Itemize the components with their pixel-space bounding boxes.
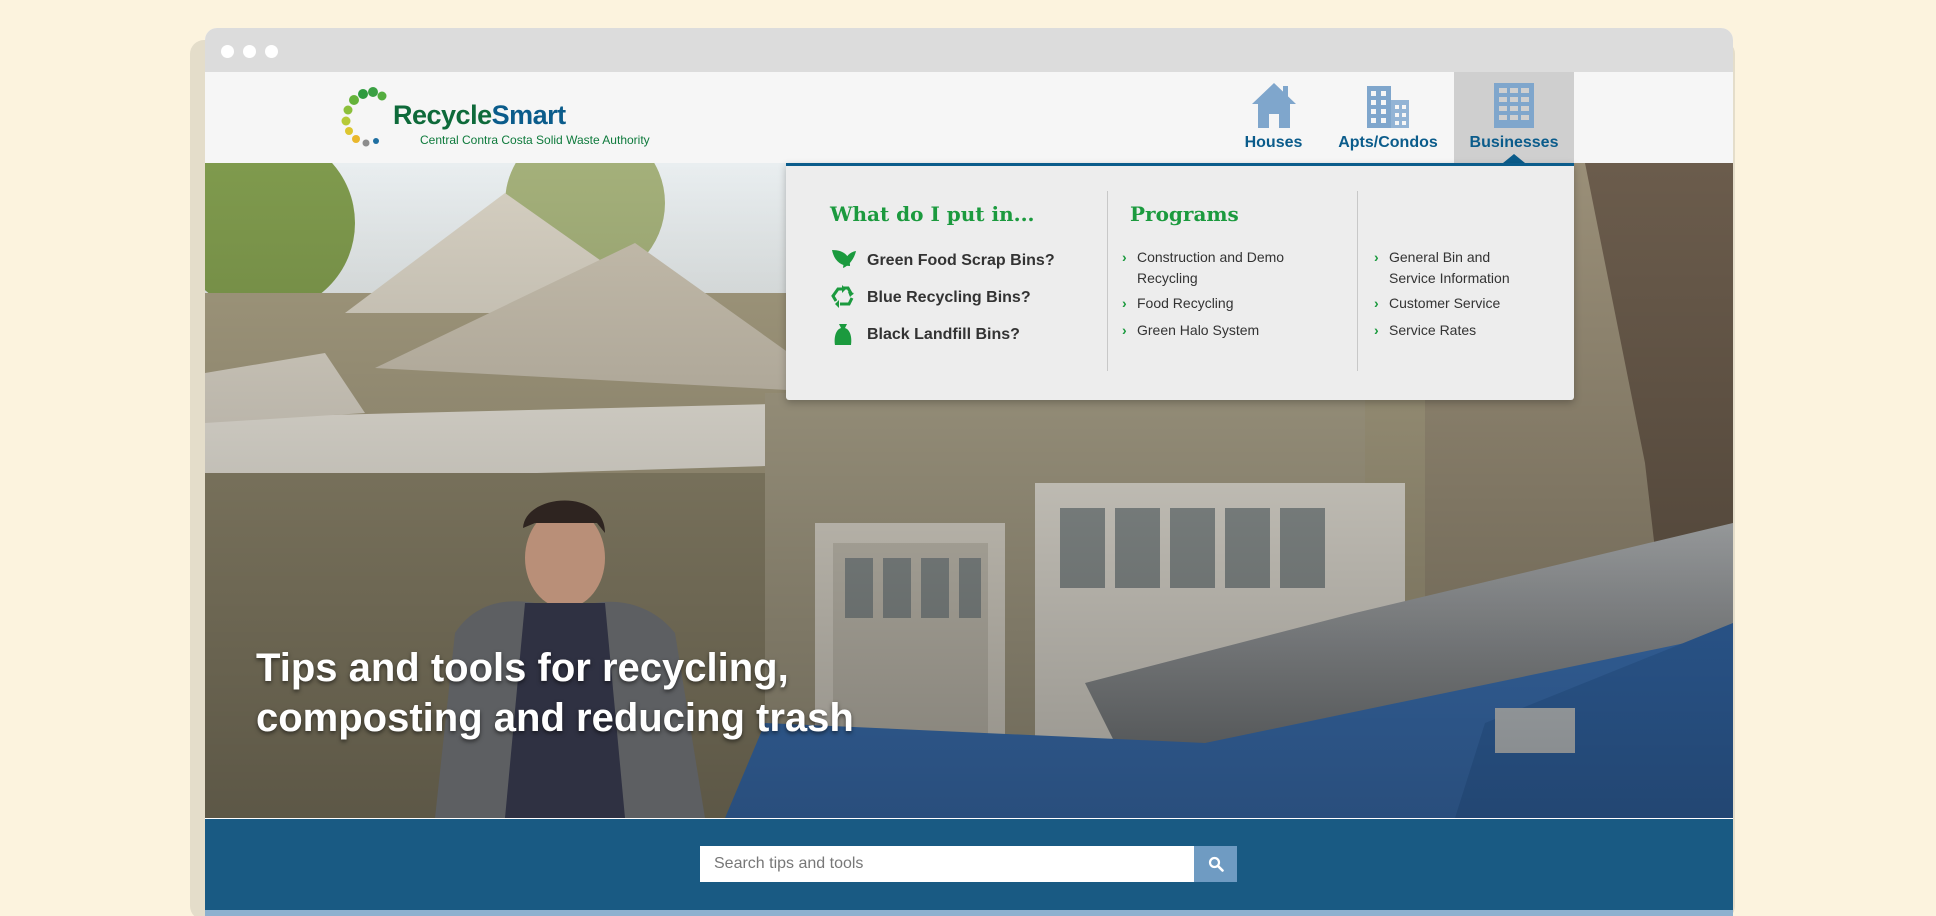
chevron-right-icon: ›: [1122, 322, 1127, 338]
menu-divider: [1107, 191, 1108, 371]
office-building-icon: [1494, 83, 1534, 128]
logo-word-recycle: Recycle: [393, 100, 492, 130]
menu-link-food-recycling[interactable]: › Food Recycling: [1122, 293, 1307, 314]
site-header: RecycleSmart Central Contra Costa Solid …: [205, 72, 1733, 163]
construction-demo-label: Construction and Demo Recycling: [1137, 249, 1285, 286]
green-bins-label: Green Food Scrap Bins?: [867, 252, 1055, 269]
chevron-right-icon: ›: [1374, 295, 1379, 311]
nav-houses[interactable]: Houses: [1228, 72, 1319, 163]
logo-subtitle: Central Contra Costa Solid Waste Authori…: [420, 133, 650, 147]
recycle-icon: [831, 285, 854, 308]
chevron-right-icon: ›: [1374, 322, 1379, 338]
window-titlebar: [205, 28, 1733, 72]
menu-link-service-rates[interactable]: › Service Rates: [1374, 320, 1559, 341]
menu-link-general-bin-info[interactable]: › General Bin and Service Information: [1374, 247, 1524, 289]
bottom-strip: [205, 910, 1733, 916]
chevron-right-icon: ›: [1374, 249, 1379, 265]
menu-link-construction-demo[interactable]: › Construction and Demo Recycling: [1122, 247, 1287, 289]
nav-apts-condos[interactable]: Apts/Condos: [1328, 72, 1448, 163]
businesses-mega-menu: What do I put in... Green Food Scrap Bin…: [786, 163, 1574, 400]
search-icon: [1208, 856, 1224, 872]
menu-divider: [1357, 191, 1358, 371]
search-button[interactable]: [1194, 846, 1237, 882]
landfill-bag-icon: [834, 324, 852, 345]
chevron-right-icon: ›: [1122, 295, 1127, 311]
logo-wordmark: RecycleSmart: [393, 100, 566, 131]
nav-active-caret: [1503, 154, 1525, 163]
browser-window: RecycleSmart Central Contra Costa Solid …: [205, 28, 1733, 916]
window-dot[interactable]: [221, 45, 234, 58]
chevron-right-icon: ›: [1122, 249, 1127, 265]
nav-apts-condos-label: Apts/Condos: [1338, 134, 1438, 151]
nav-businesses-label: Businesses: [1469, 134, 1559, 151]
blue-bins-label: Blue Recycling Bins?: [867, 289, 1031, 306]
food-recycling-label: Food Recycling: [1137, 295, 1234, 311]
window-dot[interactable]: [265, 45, 278, 58]
apartment-building-icon: [1367, 86, 1409, 128]
service-rates-label: Service Rates: [1389, 322, 1477, 338]
search-input[interactable]: [700, 846, 1194, 882]
house-icon: [1251, 83, 1296, 128]
menu-link-customer-service[interactable]: › Customer Service: [1374, 293, 1559, 314]
menu-heading-what-do-i-put-in: What do I put in...: [830, 202, 1035, 226]
menu-heading-programs: Programs: [1130, 202, 1239, 226]
nav-houses-label: Houses: [1244, 134, 1303, 151]
search-band: [205, 819, 1733, 916]
window-dot[interactable]: [243, 45, 256, 58]
site-logo[interactable]: RecycleSmart Central Contra Costa Solid …: [341, 86, 671, 148]
hero-headline: Tips and tools for recycling, composting…: [256, 646, 854, 740]
recycle-dots-logo-icon: [341, 87, 387, 147]
menu-link-green-halo[interactable]: › Green Halo System: [1122, 320, 1307, 341]
customer-service-label: Customer Service: [1389, 295, 1501, 311]
general-bin-info-label: General Bin and Service Information: [1389, 249, 1510, 286]
logo-word-smart: Smart: [491, 100, 567, 130]
green-halo-label: Green Halo System: [1137, 322, 1260, 338]
black-bins-label: Black Landfill Bins?: [867, 326, 1020, 343]
nav-businesses[interactable]: Businesses: [1454, 72, 1574, 163]
leaf-icon: [832, 250, 856, 268]
